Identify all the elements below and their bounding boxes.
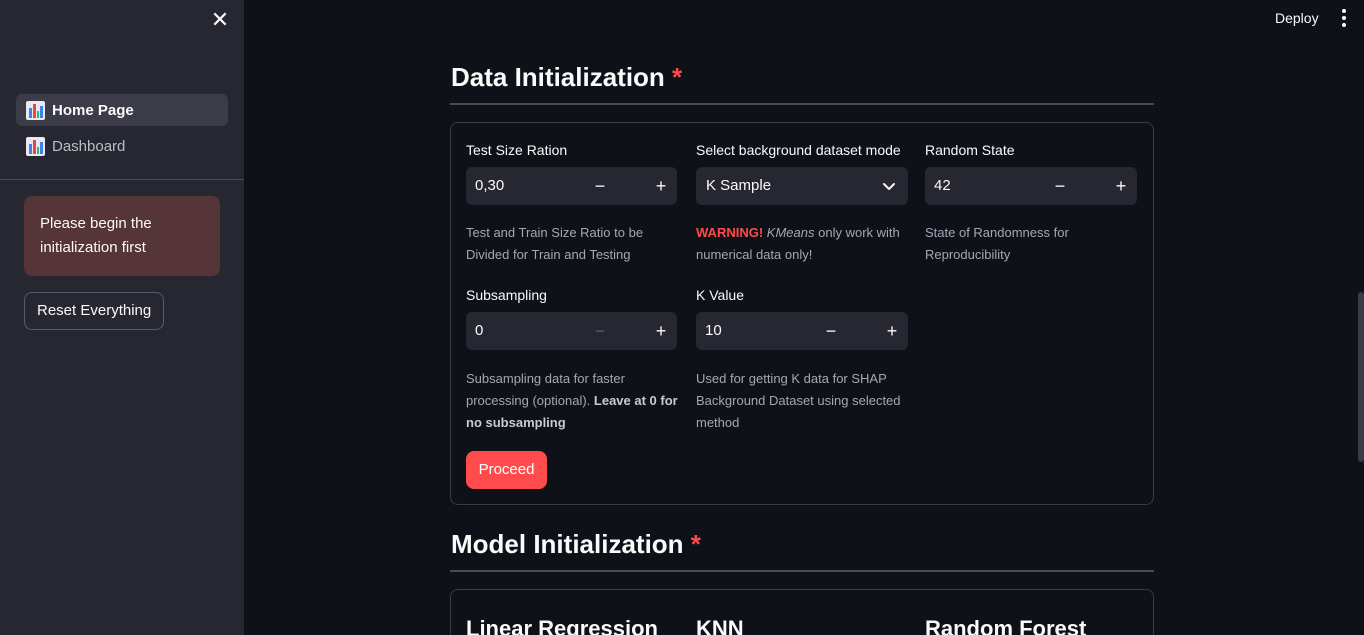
sidebar-item-label: Home Page — [52, 101, 134, 119]
model-col-linear-regression: Linear Regression — [466, 616, 658, 635]
sidebar: ✕ Home Page Dashboard Please begin the i… — [0, 0, 244, 635]
subsampling-input[interactable]: 0 − + — [466, 312, 677, 350]
model-col-knn: KNN — [696, 616, 744, 635]
minus-icon[interactable]: − — [816, 312, 846, 350]
bg-mode-select[interactable]: K Sample — [696, 167, 908, 205]
test-size-label: Test Size Ration — [466, 142, 568, 158]
minus-icon[interactable]: − — [1045, 167, 1075, 205]
section-divider — [450, 570, 1154, 572]
data-init-title-text: Data Initialization — [451, 62, 665, 92]
sidebar-divider — [0, 179, 244, 180]
proceed-button[interactable]: Proceed — [466, 451, 547, 489]
bg-mode-label: Select background dataset mode — [696, 142, 901, 158]
random-state-value[interactable]: 42 — [934, 167, 951, 205]
plus-icon[interactable]: + — [1105, 167, 1137, 205]
random-state-help: State of Randomness for Reproducibility — [925, 225, 1069, 262]
minus-icon[interactable]: − — [585, 167, 615, 205]
section-divider — [450, 103, 1154, 105]
minus-icon[interactable]: − — [585, 312, 615, 350]
kmeans-text: KMeans — [766, 225, 815, 240]
sidebar-item-dashboard[interactable]: Dashboard — [16, 130, 228, 162]
required-mark: * — [690, 529, 701, 559]
test-size-value[interactable]: 0,30 — [475, 167, 504, 205]
chevron-down-icon — [883, 183, 895, 190]
random-state-input[interactable]: 42 − + — [925, 167, 1137, 205]
scrollbar[interactable] — [1358, 292, 1364, 462]
reset-everything-button[interactable]: Reset Everything — [24, 292, 165, 330]
k-value-input[interactable]: 10 − + — [696, 312, 908, 350]
data-init-title: Data Initialization * — [451, 62, 682, 93]
sidebar-item-home-page[interactable]: Home Page — [16, 94, 228, 126]
bar-chart-icon — [26, 136, 45, 156]
subsampling-help: Subsampling data for faster processing (… — [466, 368, 681, 434]
test-size-help: Test and Train Size Ratio to be Divided … — [466, 225, 644, 262]
init-alert: Please begin the initialization first — [24, 196, 220, 276]
test-size-input[interactable]: 0,30 − + — [466, 167, 677, 205]
bg-mode-help: WARNING! KMeans only work with numerical… — [696, 222, 916, 266]
plus-icon[interactable]: + — [876, 312, 908, 350]
k-value-label: K Value — [696, 287, 744, 303]
plus-icon[interactable]: + — [645, 312, 677, 350]
sidebar-nav: Home Page Dashboard — [16, 94, 228, 166]
random-state-label: Random State — [925, 142, 1015, 158]
warning-text: WARNING! — [696, 225, 764, 240]
plus-icon[interactable]: + — [645, 167, 677, 205]
subsampling-label: Subsampling — [466, 287, 547, 303]
model-init-title-text: Model Initialization — [451, 529, 684, 559]
close-sidebar-icon[interactable]: ✕ — [208, 8, 232, 32]
bar-chart-icon — [26, 100, 45, 120]
k-value-help: Used for getting K data for SHAP Backgro… — [696, 371, 901, 430]
bg-mode-value: K Sample — [706, 177, 772, 194]
required-mark: * — [672, 62, 683, 92]
sidebar-item-label: Dashboard — [52, 137, 126, 155]
subsampling-value[interactable]: 0 — [475, 312, 483, 350]
more-vertical-icon[interactable] — [1336, 8, 1352, 28]
model-col-random-forest: Random Forest — [925, 616, 1087, 635]
k-value-value[interactable]: 10 — [705, 312, 722, 350]
deploy-button[interactable]: Deploy — [1275, 10, 1319, 26]
model-init-title: Model Initialization * — [451, 529, 701, 560]
